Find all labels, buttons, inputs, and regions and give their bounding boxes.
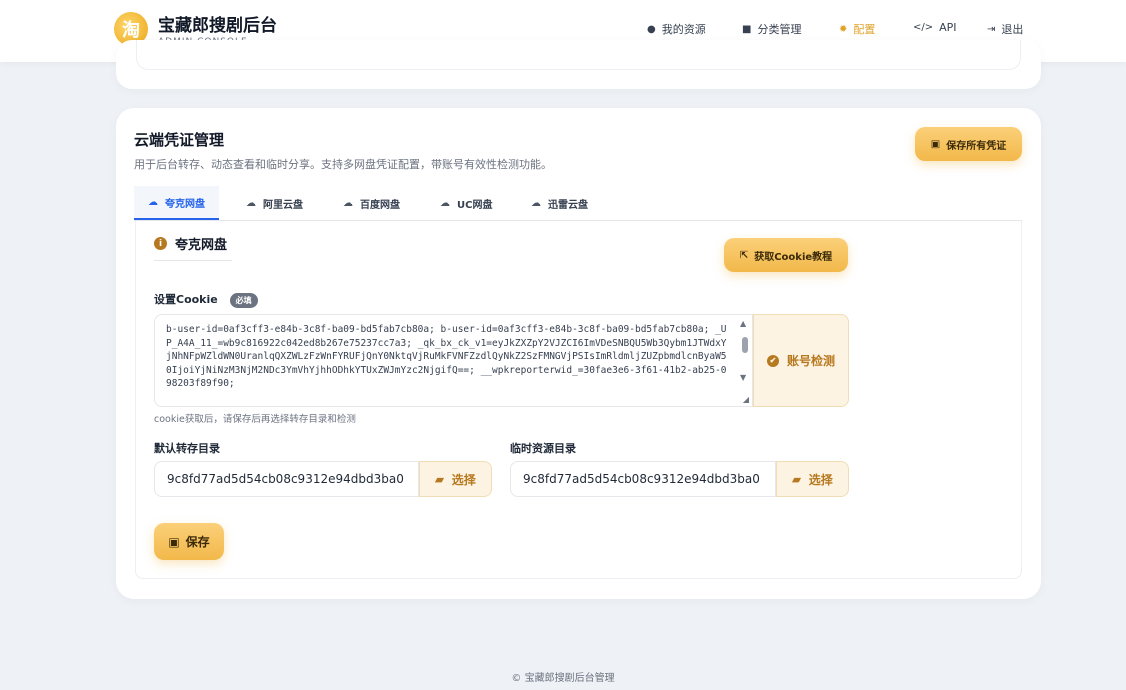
cloud-icon: ☁: [246, 197, 256, 209]
folder-open-icon: ▰: [792, 473, 801, 486]
scroll-down-icon[interactable]: ▼: [740, 373, 746, 382]
nav-label: API: [939, 21, 957, 34]
section-description: 用于后台转存、动态查看和临时分享。支持多网盘凭证配置，带账号有效性检测功能。: [134, 158, 552, 171]
cloud-icon: ☁: [531, 197, 541, 209]
section-title: 云端凭证管理: [134, 131, 225, 149]
panel-title: i 夸克网盘: [154, 234, 227, 253]
choose-label: 选择: [451, 472, 476, 487]
external-link-icon: ⇱: [739, 249, 749, 261]
account-check-button[interactable]: ✔ 账号检测: [753, 314, 849, 407]
cookie-scrollbar[interactable]: ▲ ▼: [738, 315, 752, 406]
tab-label: UC网盘: [457, 199, 493, 211]
gear-icon: ✹: [839, 23, 848, 35]
default-dir-input[interactable]: 9c8fd77ad5d54cb08c9312e94dbd3ba0: [154, 461, 419, 497]
account-check-label: 账号检测: [786, 354, 835, 368]
nav-item-api[interactable]: </> API: [913, 21, 957, 34]
default-dir-value: 9c8fd77ad5d54cb08c9312e94dbd3ba0: [167, 472, 404, 486]
floppy-disk-icon: ▣: [168, 534, 180, 549]
fire-icon: ●: [647, 23, 656, 35]
temp-dir-choose-button[interactable]: ▰ 选择: [776, 461, 849, 497]
folder-open-icon: ▰: [435, 473, 444, 486]
logout-icon: ⇥: [987, 23, 996, 35]
nav-label: 退出: [1001, 23, 1024, 36]
temp-dir-value: 9c8fd77ad5d54cb08c9312e94dbd3ba0: [523, 472, 760, 486]
nav-item-my-resources[interactable]: ● 我的资源: [647, 21, 706, 37]
cookie-tutorial-button[interactable]: ⇱ 获取Cookie教程: [724, 238, 848, 272]
cookie-label-text: 设置Cookie: [154, 293, 218, 306]
panel-title-text: 夸克网盘: [175, 238, 228, 253]
nav-item-category[interactable]: ■ 分类管理: [742, 21, 801, 37]
folder-icon: ■: [742, 23, 752, 35]
cookie-tutorial-label: 获取Cookie教程: [754, 251, 833, 263]
info-icon: i: [154, 237, 167, 250]
previous-card-inner: [136, 40, 1021, 70]
required-badge: 必填: [229, 292, 258, 308]
save-button[interactable]: ▣ 保存: [154, 523, 224, 560]
temp-dir-label: 临时资源目录: [510, 442, 576, 455]
tab-baidu[interactable]: ☁ 百度网盘: [343, 186, 400, 220]
tab-quark[interactable]: ☁ 夸克网盘: [134, 186, 219, 220]
cookie-value: b-user-id=0af3cff3-e84b-3c8f-ba09-bd5fab…: [166, 324, 727, 389]
cloud-tabs: ☁ 夸克网盘 ☁ 阿里云盘 ☁ 百度网盘 ☁ UC网盘 ☁ 迅雷云盘: [134, 186, 1022, 221]
panel-title-divider: [154, 260, 232, 261]
cloud-icon: ☁: [440, 197, 450, 209]
logo-glyph: 淘: [122, 20, 140, 41]
tab-xunlei[interactable]: ☁ 迅雷云盘: [531, 186, 588, 220]
nav-item-logout[interactable]: ⇥ 退出: [987, 21, 1023, 37]
tab-label: 夸克网盘: [165, 198, 205, 210]
scroll-up-icon[interactable]: ▲: [740, 319, 746, 328]
default-dir-label: 默认转存目录: [154, 442, 220, 455]
save-all-label: 保存所有凭证: [946, 140, 1007, 152]
resize-handle-icon[interactable]: ◢: [743, 395, 749, 404]
scroll-thumb[interactable]: [742, 337, 748, 353]
nav-label: 分类管理: [757, 23, 802, 36]
save-all-credentials-button[interactable]: ▣ 保存所有凭证: [915, 127, 1022, 161]
save-label: 保存: [185, 535, 210, 549]
cookie-textarea[interactable]: b-user-id=0af3cff3-e84b-3c8f-ba09-bd5fab…: [154, 314, 753, 407]
default-dir-choose-button[interactable]: ▰ 选择: [419, 461, 492, 497]
tab-label: 百度网盘: [360, 199, 400, 211]
temp-dir-input[interactable]: 9c8fd77ad5d54cb08c9312e94dbd3ba0: [510, 461, 776, 497]
tab-label: 阿里云盘: [263, 199, 303, 211]
cloud-icon: ☁: [148, 196, 158, 208]
floppy-disk-icon: ▣: [930, 138, 941, 150]
check-circle-icon: ✔: [766, 354, 779, 367]
brand-title: 宝藏郎搜剧后台: [158, 16, 277, 36]
choose-label: 选择: [808, 472, 833, 487]
tab-uc[interactable]: ☁ UC网盘: [440, 186, 492, 220]
code-icon: </>: [913, 22, 934, 33]
cookie-label: 设置Cookie 必填: [154, 291, 258, 308]
cloud-icon: ☁: [343, 197, 353, 209]
tab-label: 迅雷云盘: [548, 199, 588, 211]
tab-aliyun[interactable]: ☁ 阿里云盘: [246, 186, 303, 220]
nav-label: 我的资源: [661, 23, 706, 36]
cookie-hint: cookie获取后，请保存后再选择转存目录和检测: [154, 414, 356, 425]
nav-item-config[interactable]: ✹ 配置: [839, 21, 876, 41]
nav-label: 配置: [853, 23, 876, 36]
footer-text: © 宝藏郎搜剧后台管理: [511, 673, 615, 684]
